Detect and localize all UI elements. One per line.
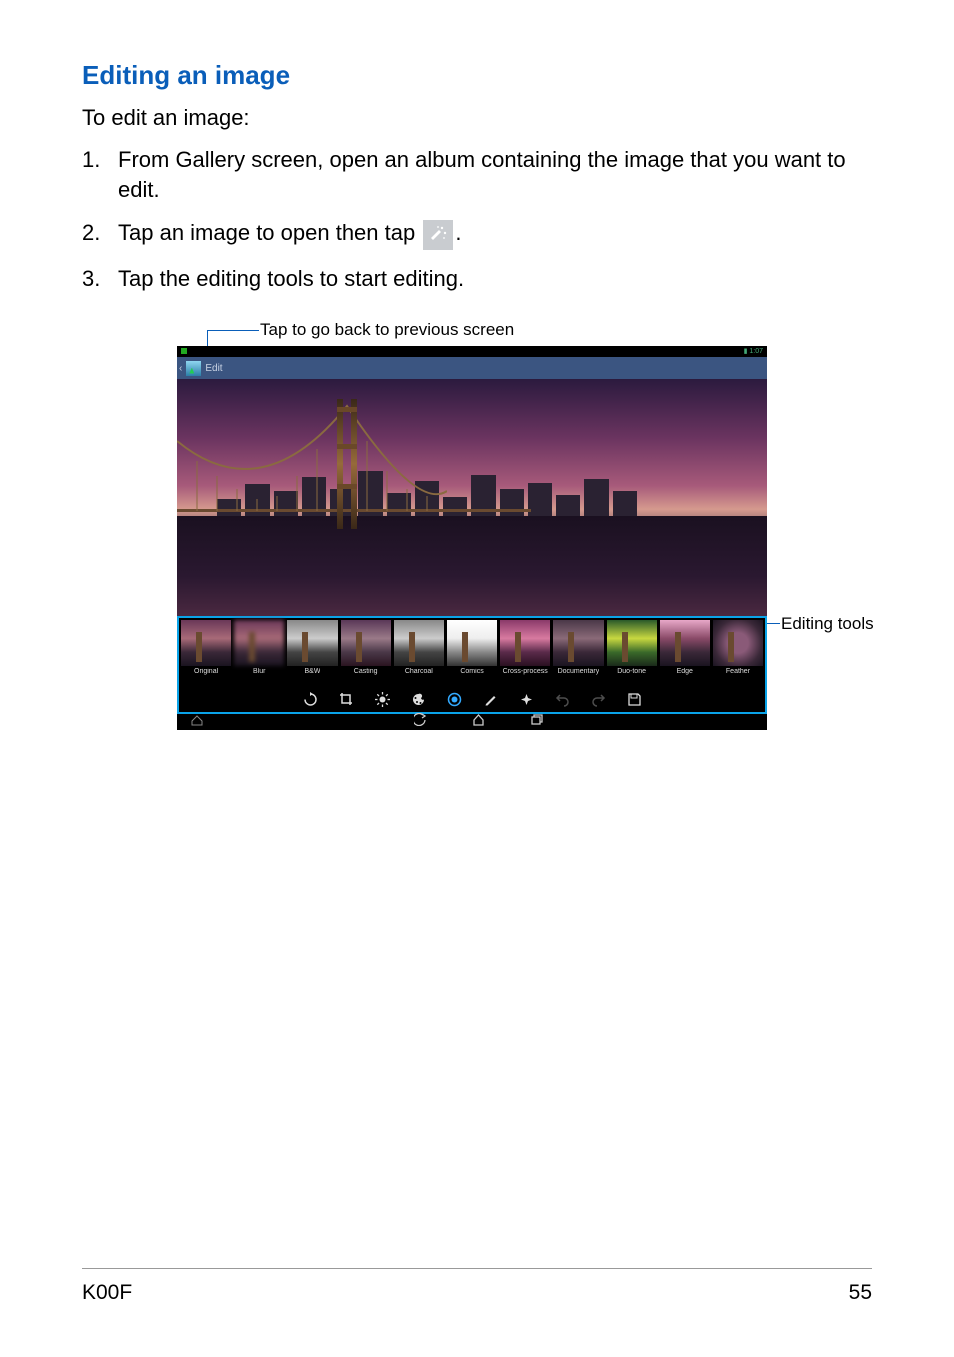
step-item: 3. Tap the editing tools to start editin… <box>82 264 872 294</box>
app-header: ‹ Edit <box>177 357 767 379</box>
filter-blur[interactable]: Blur <box>234 620 284 686</box>
callout-back: Tap to go back to previous screen <box>260 320 514 340</box>
filter-label: Blur <box>253 668 265 675</box>
section-heading: Editing an image <box>82 60 872 91</box>
sparkle-edit-icon <box>423 220 453 250</box>
undo-icon[interactable] <box>554 691 570 707</box>
filter-original[interactable]: Original <box>181 620 231 686</box>
bridge-cable-graphic <box>177 381 447 511</box>
step-number: 1. <box>82 145 118 204</box>
status-indicator-icon <box>181 348 187 354</box>
app-screenshot: ▮ 1:07 ‹ Edit Original Blur B&W Casting <box>177 346 767 718</box>
artistic-icon[interactable] <box>410 691 426 707</box>
filter-label: Edge <box>677 668 693 675</box>
bridge-tower-graphic <box>337 399 357 529</box>
step-item: 1. From Gallery screen, open an album co… <box>82 145 872 204</box>
crop-icon[interactable] <box>338 691 354 707</box>
steps-list: 1. From Gallery screen, open an album co… <box>82 145 872 293</box>
filter-documentary[interactable]: Documentary <box>553 620 603 686</box>
water-graphic <box>177 516 767 616</box>
step-number: 2. <box>82 218 118 249</box>
save-icon[interactable] <box>626 691 642 707</box>
draw-icon[interactable] <box>482 691 498 707</box>
filter-label: Charcoal <box>405 668 433 675</box>
status-bar: ▮ 1:07 <box>177 346 767 357</box>
filter-label: Feather <box>726 668 750 675</box>
brightness-icon[interactable] <box>374 691 390 707</box>
back-button[interactable]: ‹ <box>179 363 182 374</box>
nav-back-icon[interactable] <box>414 713 427 731</box>
step-item: 2. Tap an image to open then tap . <box>82 218 872 249</box>
footer-model: K00F <box>82 1281 132 1305</box>
step-text-part: Tap an image to open then tap <box>118 220 421 245</box>
filter-feather[interactable]: Feather <box>713 620 763 686</box>
redo-icon[interactable] <box>590 691 606 707</box>
filter-cross-process[interactable]: Cross-process <box>500 620 550 686</box>
battery-icon: ▮ <box>744 348 748 355</box>
nav-home-icon[interactable] <box>472 713 485 731</box>
apps-icon[interactable] <box>191 713 203 731</box>
step-text: Tap an image to open then tap . <box>118 218 872 249</box>
filter-label: Comics <box>460 668 483 675</box>
filter-label: Duo-tone <box>617 668 646 675</box>
header-title: Edit <box>205 363 222 374</box>
filter-label: Casting <box>354 668 378 675</box>
editing-tools-panel: Original Blur B&W Casting Charcoal Comic… <box>177 616 767 714</box>
image-canvas[interactable] <box>177 379 767 616</box>
step-text: Tap the editing tools to start editing. <box>118 264 872 294</box>
status-time: 1:07 <box>749 348 763 355</box>
rotate-icon[interactable] <box>302 691 318 707</box>
gallery-app-icon[interactable] <box>186 361 201 376</box>
callout-line <box>767 623 780 624</box>
step-number: 3. <box>82 264 118 294</box>
page-footer: K00F 55 <box>82 1268 872 1305</box>
footer-page-number: 55 <box>849 1281 872 1305</box>
filter-label: Documentary <box>558 668 600 675</box>
filter-charcoal[interactable]: Charcoal <box>394 620 444 686</box>
filter-edge[interactable]: Edge <box>660 620 710 686</box>
filter-label: B&W <box>304 668 320 675</box>
nav-recent-icon[interactable] <box>530 713 543 731</box>
tool-row <box>179 686 765 712</box>
filter-label: Cross-process <box>503 668 548 675</box>
filter-label: Original <box>194 668 218 675</box>
callout-editing-tools: Editing tools <box>781 614 874 634</box>
step-text-part: . <box>455 220 461 245</box>
vignette-icon[interactable] <box>446 691 462 707</box>
step-text: From Gallery screen, open an album conta… <box>118 145 872 204</box>
system-nav-bar <box>177 714 767 730</box>
filter-bw[interactable]: B&W <box>287 620 337 686</box>
magic-icon[interactable] <box>518 691 534 707</box>
filter-duo-tone[interactable]: Duo-tone <box>607 620 657 686</box>
filter-comics[interactable]: Comics <box>447 620 497 686</box>
intro-text: To edit an image: <box>82 105 872 131</box>
filter-casting[interactable]: Casting <box>341 620 391 686</box>
filter-strip: Original Blur B&W Casting Charcoal Comic… <box>179 618 765 686</box>
